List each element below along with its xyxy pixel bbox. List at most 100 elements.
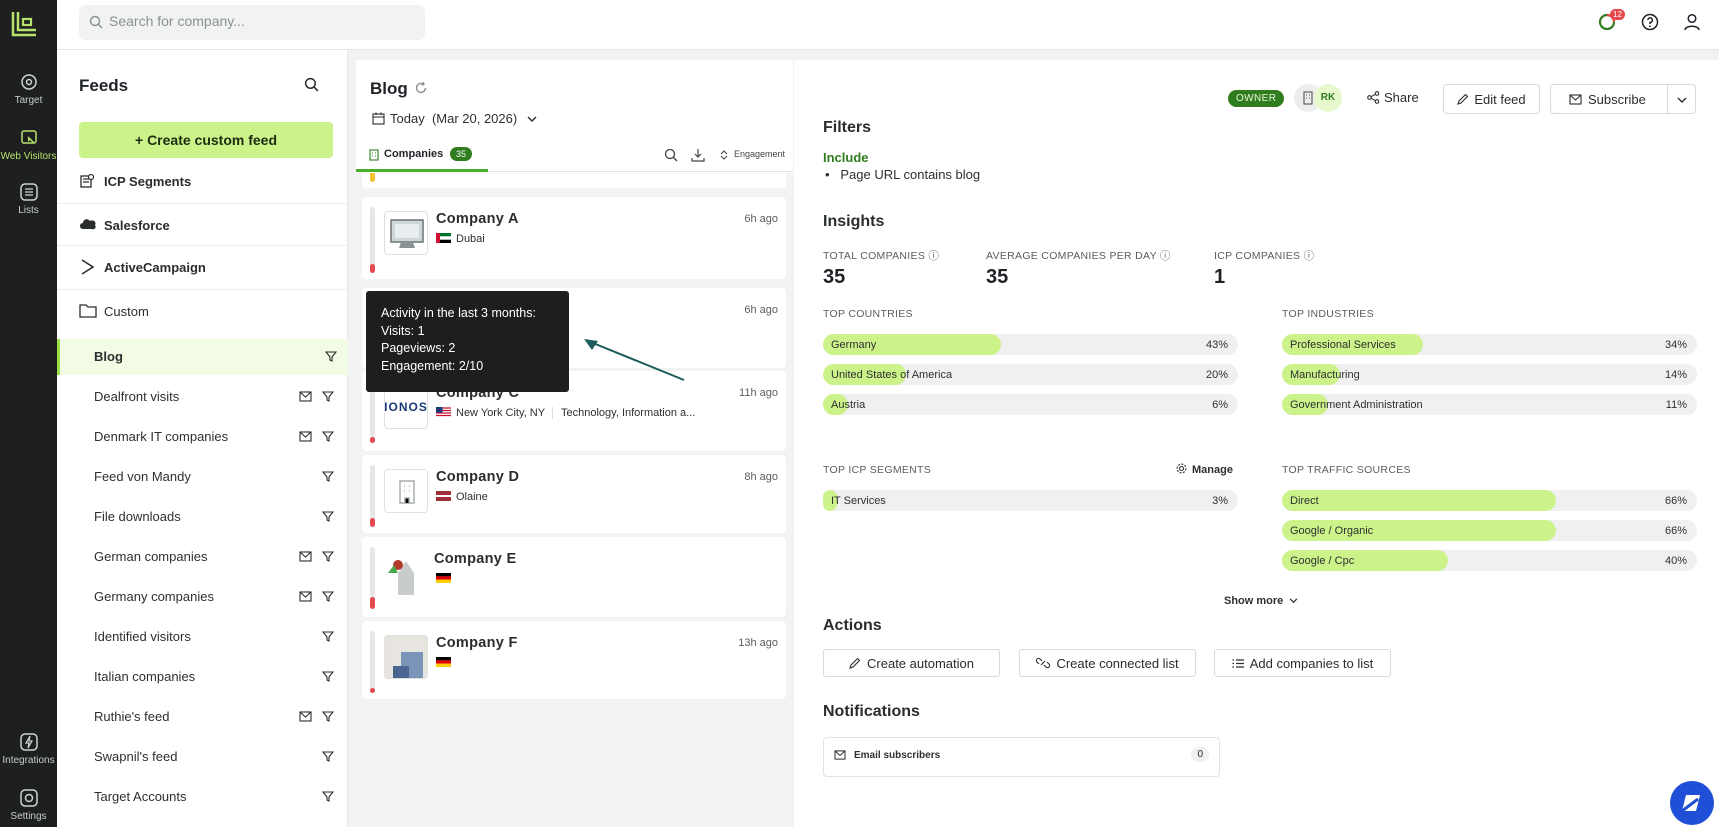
- insight-bar-value: 20%: [1205, 369, 1228, 381]
- engagement-sort-label[interactable]: Engagement: [734, 149, 785, 159]
- feed-item-dealfront-visits[interactable]: Dealfront visits: [57, 379, 348, 415]
- last-visit-time: 13h ago: [738, 637, 778, 649]
- location-text: Olaine: [456, 491, 488, 503]
- feed-item-file-downloads[interactable]: File downloads: [57, 499, 348, 535]
- create-automation-button[interactable]: Create automation: [823, 649, 1000, 677]
- filter-rule-text: Page URL contains blog: [840, 167, 981, 182]
- insight-bar-label: Manufacturing: [1290, 369, 1360, 381]
- email-subscribers-row[interactable]: Email subscribers 0: [823, 737, 1220, 777]
- list-item[interactable]: [362, 173, 786, 188]
- add-companies-to-list-button[interactable]: Add companies to list: [1214, 649, 1391, 677]
- profile-button[interactable]: [1682, 12, 1702, 35]
- info-icon[interactable]: ⓘ: [928, 250, 939, 262]
- edit-feed-label: Edit feed: [1474, 91, 1526, 107]
- create-connected-list-button[interactable]: Create connected list: [1019, 649, 1196, 677]
- feed-item-ruthies-feed[interactable]: Ruthie's feed: [57, 699, 348, 735]
- feed-item-feed-von-mandy[interactable]: Feed von Mandy: [57, 459, 348, 495]
- integrations-icon: [19, 733, 38, 751]
- company-name[interactable]: Company E: [434, 551, 516, 567]
- share-button[interactable]: Share: [1367, 90, 1419, 105]
- rail-item-integrations[interactable]: Integrations: [0, 732, 57, 766]
- mail-icon: [299, 591, 312, 602]
- feed-group-label: ICP Segments: [104, 174, 192, 189]
- insight-bar-value: 66%: [1664, 525, 1687, 537]
- feed-group-activecampaign[interactable]: ActiveCampaign: [57, 246, 348, 290]
- feed-group-salesforce[interactable]: Salesforce: [57, 204, 348, 246]
- feed-item-identified-visitors[interactable]: Identified visitors: [57, 619, 348, 655]
- notifications-button[interactable]: 12: [1597, 9, 1625, 35]
- rail-item-lists[interactable]: Lists: [0, 182, 57, 216]
- feed-group-icp-segments[interactable]: ICP Segments: [57, 160, 348, 204]
- create-custom-feed-button[interactable]: + Create custom feed: [79, 122, 333, 158]
- mail-icon: [1569, 93, 1582, 105]
- list-item[interactable]: Company D 8h ago Olaine: [362, 455, 786, 533]
- help-button[interactable]: [1640, 12, 1660, 35]
- search-input[interactable]: [109, 13, 409, 29]
- feed-item-label: Dealfront visits: [94, 389, 180, 404]
- company-name[interactable]: Company A: [436, 211, 519, 227]
- feed-item-target-accounts[interactable]: Target Accounts: [57, 779, 348, 815]
- top-icp-segments-label: TOP ICP SEGMENTS: [823, 464, 932, 476]
- feeds-search-icon[interactable]: [304, 77, 319, 92]
- mail-icon: [299, 431, 312, 442]
- info-icon[interactable]: ⓘ: [1304, 250, 1315, 262]
- feed-item-italian-companies[interactable]: Italian companies: [57, 659, 348, 695]
- gear-icon: [1176, 463, 1187, 474]
- feed-item-blog[interactable]: Blog: [57, 339, 348, 375]
- feed-group-custom[interactable]: Custom: [57, 290, 348, 334]
- sort-icon[interactable]: [719, 149, 729, 161]
- list-item[interactable]: Company A 6h ago Dubai: [362, 197, 786, 279]
- manage-button[interactable]: Manage: [1176, 463, 1233, 476]
- insights-heading: Insights: [823, 213, 885, 230]
- rail-item-target[interactable]: Target: [0, 72, 57, 106]
- support-chat-button[interactable]: [1670, 781, 1714, 825]
- app-logo[interactable]: [9, 9, 39, 39]
- tooltip-title: Activity in the last 3 months:: [381, 306, 536, 320]
- refresh-icon[interactable]: [414, 81, 428, 95]
- company-name[interactable]: Company F: [436, 635, 518, 651]
- last-visit-time: 6h ago: [744, 304, 778, 316]
- subscribe-options-button[interactable]: [1667, 84, 1696, 114]
- feed-item-germany-companies[interactable]: Germany companies: [57, 579, 348, 615]
- folder-icon: [79, 304, 97, 318]
- feed-item-label: Ruthie's feed: [94, 709, 170, 724]
- company-search[interactable]: [79, 5, 425, 40]
- feed-item-german-companies[interactable]: German companies: [57, 539, 348, 575]
- list-item[interactable]: Company E: [362, 537, 786, 617]
- company-list: Company A 6h ago Dubai 6h ago IONOS Comp…: [356, 173, 793, 827]
- show-more-button[interactable]: Show more: [1224, 595, 1298, 607]
- stat-label-text: AVERAGE COMPANIES PER DAY: [986, 250, 1157, 262]
- list-search-icon[interactable]: [664, 148, 678, 162]
- chevron-down-icon: [527, 116, 537, 122]
- insight-bar-label: Government Administration: [1290, 399, 1423, 411]
- info-icon[interactable]: ⓘ: [1160, 250, 1171, 262]
- list-item[interactable]: Company F 13h ago: [362, 621, 786, 699]
- insight-bar-label: Austria: [831, 399, 866, 411]
- rail-label-lists: Lists: [18, 205, 39, 216]
- download-icon[interactable]: [691, 148, 705, 162]
- company-logo-text: IONOS: [384, 400, 428, 414]
- lists-icon: [19, 183, 38, 201]
- feed-item-swapnils-feed[interactable]: Swapnil's feed: [57, 739, 348, 775]
- rail-item-web-visitors[interactable]: Web Visitors: [0, 128, 57, 162]
- feed-item-label: Blog: [94, 349, 123, 364]
- subscribe-button[interactable]: Subscribe: [1550, 84, 1668, 114]
- tab-companies[interactable]: Companies 35: [356, 140, 488, 172]
- tooltip-visits: Visits: 1: [381, 323, 425, 338]
- insight-bar-value: 6%: [1212, 399, 1228, 411]
- building-icon: [369, 149, 379, 161]
- insight-bar-row: Professional Services 34%: [1282, 334, 1697, 355]
- date-selector[interactable]: Today (Mar 20, 2026): [372, 111, 537, 126]
- settings-icon: [19, 789, 38, 807]
- date-value: (Mar 20, 2026): [431, 111, 518, 126]
- rail-item-settings[interactable]: Settings: [0, 788, 57, 822]
- engagement-level: [370, 597, 375, 609]
- edit-feed-button[interactable]: Edit feed: [1443, 84, 1540, 114]
- create-connected-list-label: Create connected list: [1056, 655, 1179, 671]
- tab-companies-label: Companies: [384, 148, 444, 160]
- company-name[interactable]: Company D: [436, 469, 519, 485]
- germany-flag-icon: [436, 657, 451, 667]
- filter-icon: [322, 431, 334, 442]
- notification-count-badge: 12: [1610, 9, 1625, 20]
- feed-item-denmark-it-companies[interactable]: Denmark IT companies: [57, 419, 348, 455]
